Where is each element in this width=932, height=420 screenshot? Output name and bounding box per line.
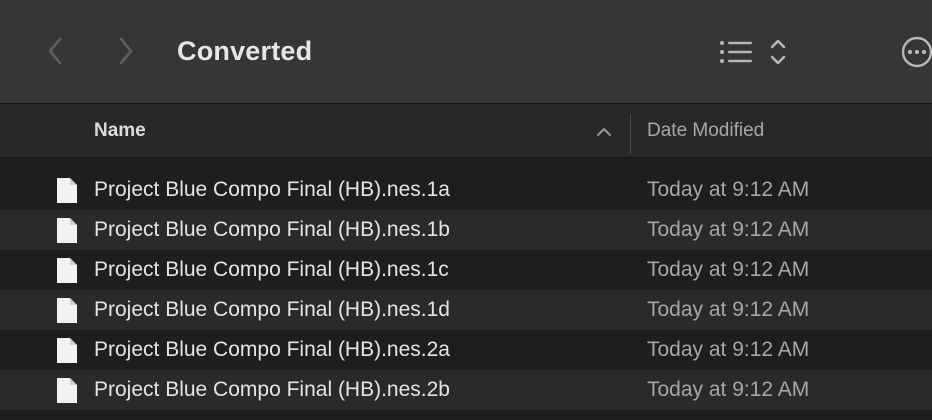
file-row[interactable]: Project Blue Compo Final (HB).nes.2b Tod… (0, 370, 932, 410)
file-name: Project Blue Compo Final (HB).nes.1a (94, 178, 450, 201)
document-icon (57, 218, 77, 243)
file-name: Project Blue Compo Final (HB).nes.1d (94, 298, 450, 321)
column-header-row: Name Date Modified (0, 104, 932, 158)
file-name: Project Blue Compo Final (HB).nes.1b (94, 218, 450, 241)
file-date-modified: Today at 9:12 AM (647, 218, 810, 241)
file-row[interactable]: Project Blue Compo Final (HB).nes.1a Tod… (0, 170, 932, 210)
document-icon (57, 258, 77, 283)
chevron-right-icon (119, 37, 133, 65)
more-actions-button[interactable] (900, 36, 932, 68)
file-date-modified: Today at 9:12 AM (647, 298, 810, 321)
file-row[interactable]: Project Blue Compo Final (HB).nes.1b Tod… (0, 210, 932, 250)
name-column-header[interactable]: Name (94, 104, 146, 158)
finder-window: Converted Name Date Modified Project Blu… (0, 0, 932, 420)
file-name: Project Blue Compo Final (HB).nes.1c (94, 258, 449, 281)
column-divider[interactable] (630, 114, 631, 154)
ellipsis-circle-icon (901, 36, 932, 68)
back-button[interactable] (40, 33, 70, 69)
file-date-modified: Today at 9:12 AM (647, 178, 810, 201)
chevron-up-down-icon (770, 39, 786, 65)
file-name: Project Blue Compo Final (HB).nes.2a (94, 338, 450, 361)
date-modified-column-header[interactable]: Date Modified (647, 104, 764, 158)
file-row[interactable]: Project Blue Compo Final (HB).nes.2a Tod… (0, 330, 932, 370)
document-icon (57, 298, 77, 323)
window-title: Converted (177, 36, 313, 66)
document-icon (57, 338, 77, 363)
file-date-modified: Today at 9:12 AM (647, 258, 810, 281)
view-options-button[interactable] (718, 34, 796, 70)
file-row[interactable]: Project Blue Compo Final (HB).nes.1c Tod… (0, 250, 932, 290)
list-view-icon (720, 41, 752, 63)
forward-button[interactable] (111, 33, 141, 69)
document-icon (57, 178, 77, 203)
file-row[interactable]: Project Blue Compo Final (HB).nes.1d Tod… (0, 290, 932, 330)
file-date-modified: Today at 9:12 AM (647, 378, 810, 401)
file-date-modified: Today at 9:12 AM (647, 338, 810, 361)
file-list: Project Blue Compo Final (HB).nes.1a Tod… (0, 170, 932, 410)
file-name: Project Blue Compo Final (HB).nes.2b (94, 378, 450, 401)
toolbar: Converted (0, 0, 932, 104)
document-icon (57, 378, 77, 403)
sort-ascending-icon[interactable] (595, 126, 613, 138)
chevron-left-icon (48, 37, 62, 65)
